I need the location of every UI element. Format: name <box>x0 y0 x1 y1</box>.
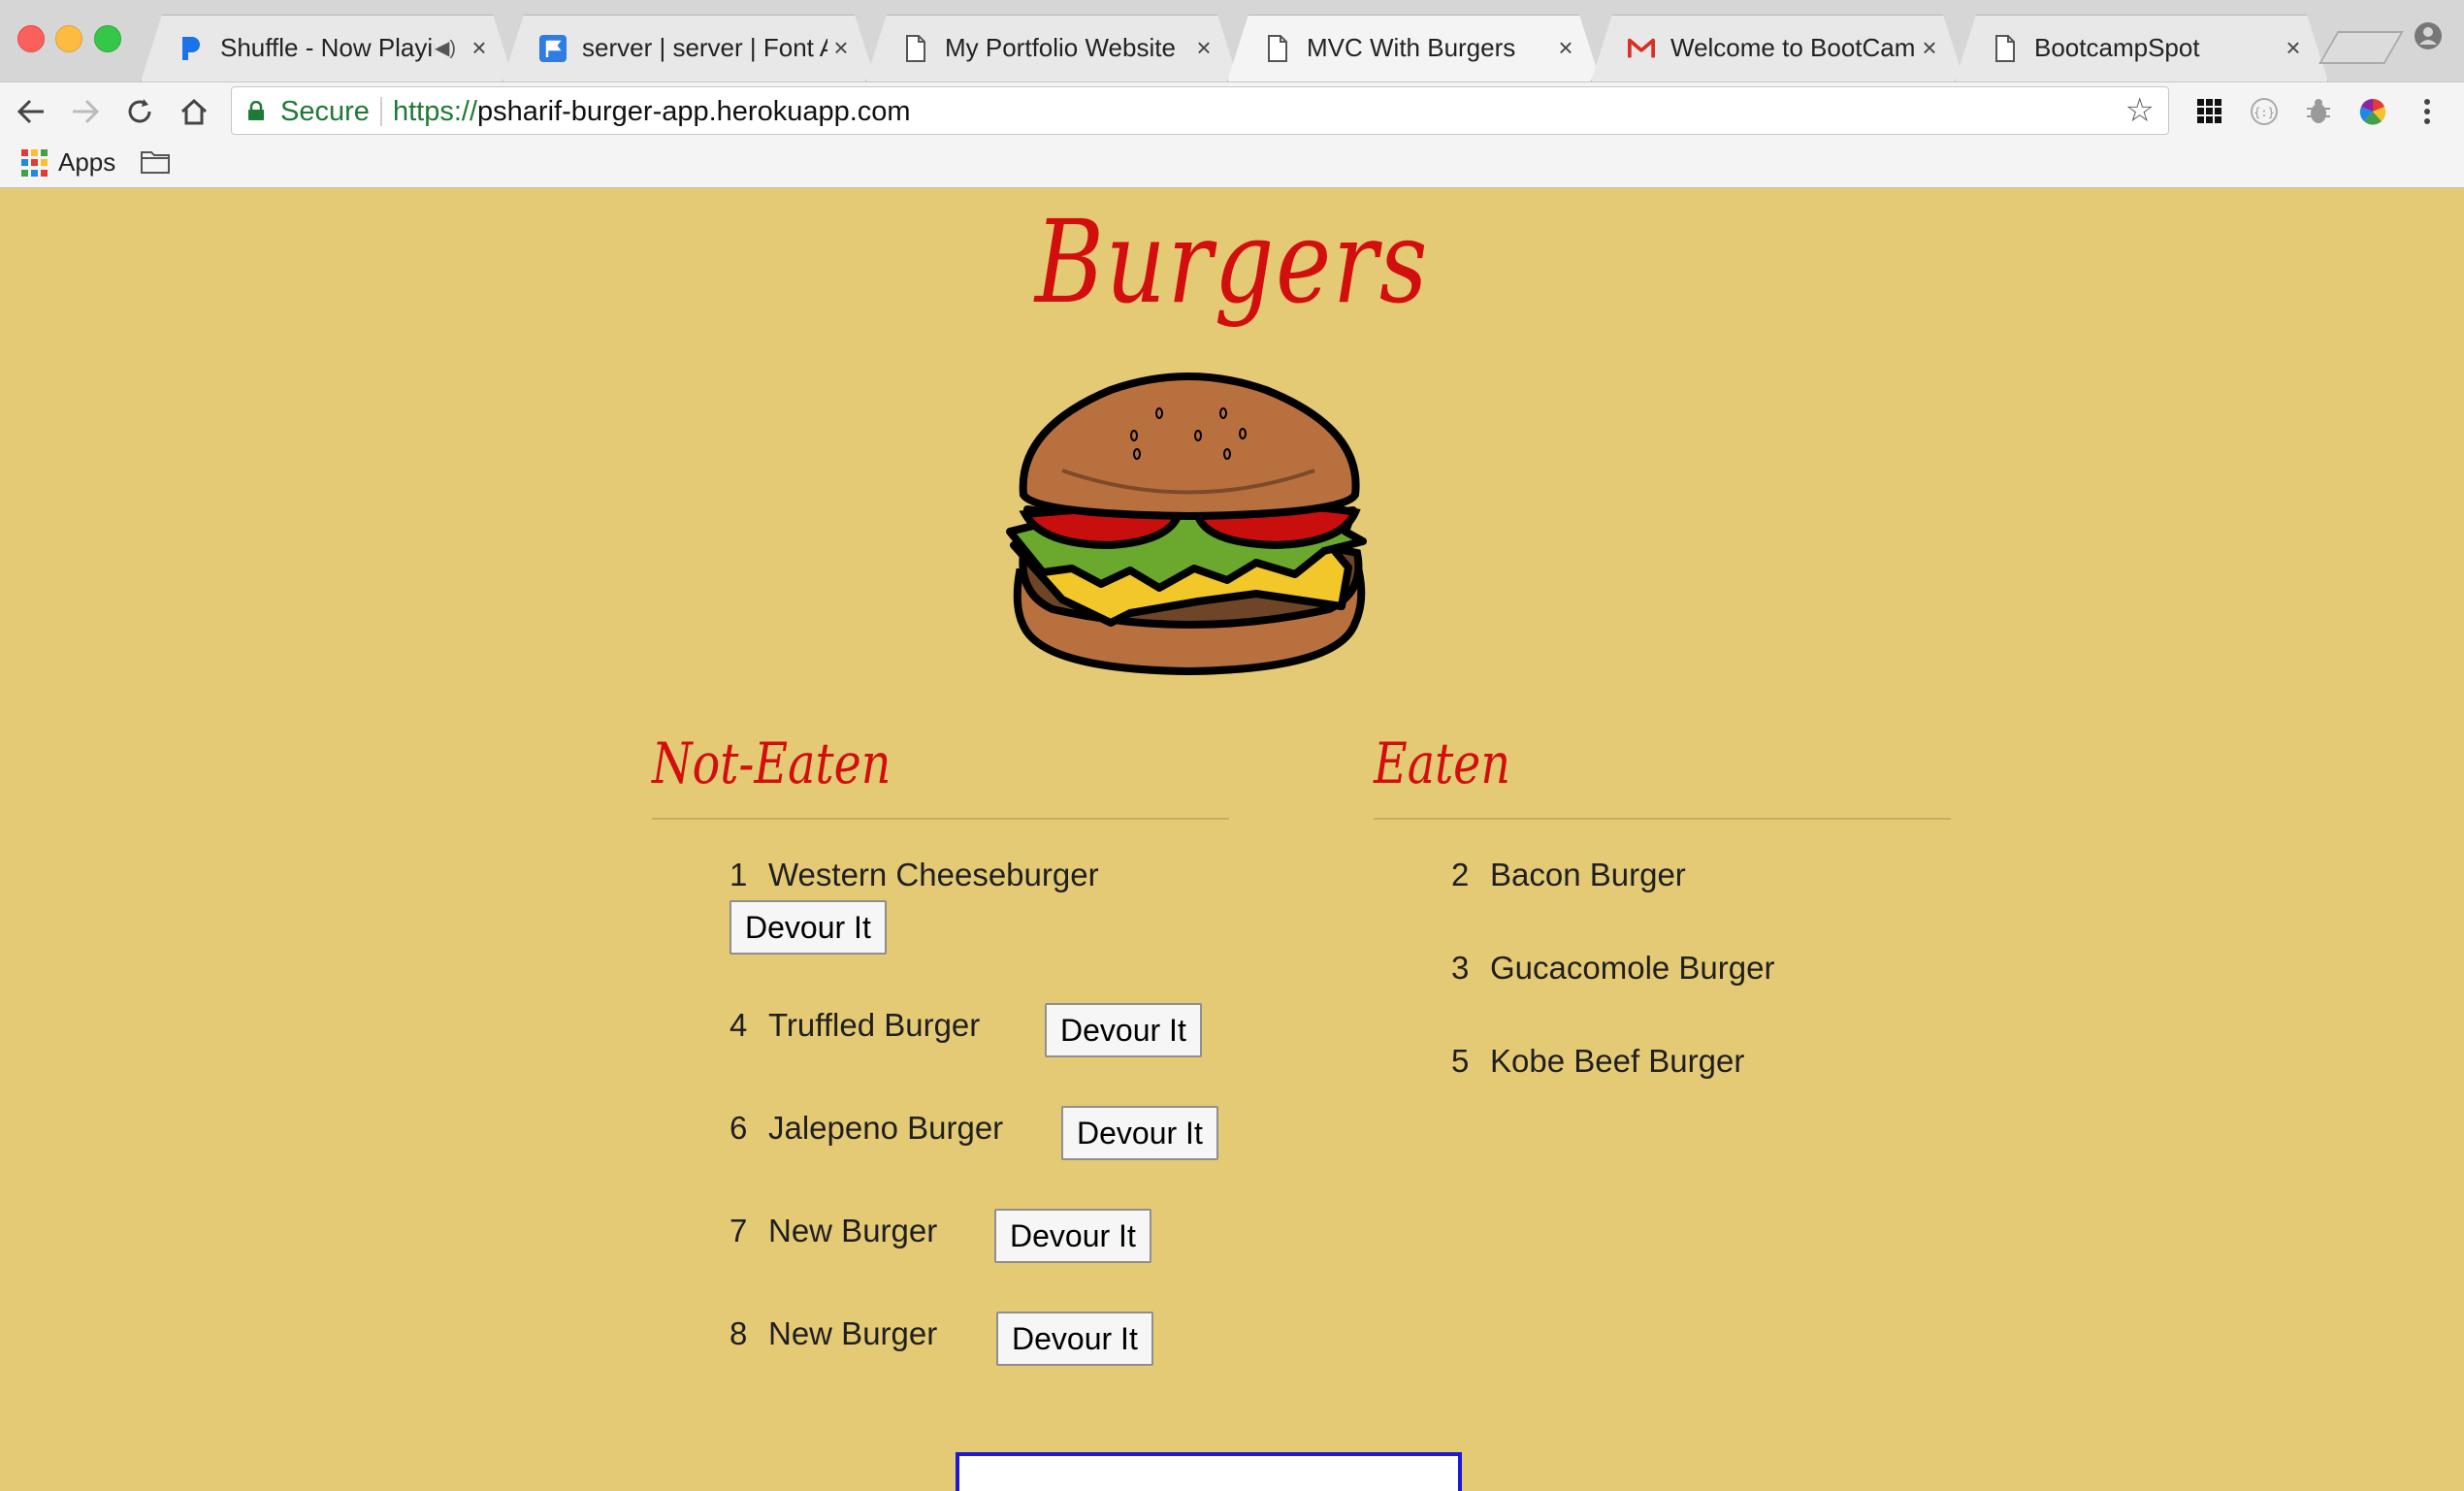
burger-id: 4 <box>729 1007 748 1043</box>
devour-button[interactable]: Devour It <box>996 1312 1153 1366</box>
tab-bootcampspot[interactable]: BootcampSpot × <box>1955 15 2328 81</box>
divider <box>1374 818 1951 820</box>
close-window-button[interactable] <box>17 25 45 52</box>
divider <box>380 97 382 126</box>
pandora-icon <box>178 34 205 63</box>
list-item: 5 Kobe Beef Burger <box>1451 1043 1744 1080</box>
burger-id: 8 <box>729 1315 748 1351</box>
burger-name: New Burger <box>768 1315 938 1351</box>
tab-close-icon[interactable]: × <box>1190 33 1217 63</box>
page-content: Burgers Not-Eaten 1 Western Cheeseburger <box>0 187 2464 1491</box>
maximize-window-button[interactable] <box>94 25 121 52</box>
tab-close-icon[interactable]: × <box>2280 33 2307 63</box>
devour-button[interactable]: Devour It <box>729 900 887 955</box>
new-tab-button[interactable] <box>2318 31 2404 64</box>
tab-title: BootcampSpot <box>2034 33 2200 62</box>
burger-name: New Burger <box>768 1213 938 1248</box>
burger-id: 1 <box>729 857 748 892</box>
list-item: 8 New Burger <box>729 1315 937 1352</box>
tab-title: Shuffle - Now Playin <box>220 33 435 62</box>
address-bar[interactable]: Secure https://psharif-burger-app.heroku… <box>231 86 2169 135</box>
tab-portfolio[interactable]: My Portfolio Website × <box>865 15 1239 81</box>
tab-strip: Shuffle - Now Playin ◀) × server | serve… <box>0 0 2464 81</box>
svg-text:{:}: {:} <box>2253 106 2275 119</box>
bug-extension-icon[interactable] <box>2299 92 2338 131</box>
eaten-column: Eaten 2 Bacon Burger 3 Gucacomole Burger 5… <box>1374 730 1951 1079</box>
lock-icon <box>247 100 265 120</box>
document-icon <box>1992 34 2019 63</box>
speaker-icon: ◀) <box>434 38 456 59</box>
burger-name: Western Cheeseburger <box>768 857 1099 892</box>
devour-button[interactable]: Devour It <box>1061 1106 1218 1160</box>
list-item: 2 Bacon Burger <box>1451 857 1686 893</box>
fontawesome-flag-icon <box>539 34 567 63</box>
document-icon <box>902 34 929 63</box>
burger-name: Bacon Burger <box>1490 857 1686 892</box>
back-arrow-icon[interactable] <box>12 92 50 131</box>
burger-illustration <box>1006 373 1367 676</box>
burger-id: 7 <box>729 1213 748 1248</box>
menu-kebab-icon[interactable] <box>2408 92 2447 131</box>
minimize-window-button[interactable] <box>55 25 82 52</box>
url-host: psharif-burger-app.herokuapp.com <box>477 96 911 127</box>
burger-name: Truffled Burger <box>768 1007 981 1043</box>
list-item: 7 New Burger <box>729 1213 937 1249</box>
not-eaten-heading: Not-Eaten <box>652 730 892 796</box>
burger-name: Gucacomole Burger <box>1490 950 1775 986</box>
profile-icon[interactable] <box>2414 21 2443 50</box>
burger-id: 6 <box>729 1110 748 1146</box>
bookmarks-bar: Apps <box>0 140 2464 188</box>
tab-shuffle[interactable]: Shuffle - Now Playin ◀) × <box>141 15 514 81</box>
folder-icon[interactable] <box>140 149 171 175</box>
url-scheme: https:// <box>393 96 478 127</box>
tab-mvc-burgers[interactable]: MVC With Burgers × <box>1227 15 1601 81</box>
tab-close-icon[interactable]: × <box>827 33 855 63</box>
page-title: Burgers <box>1034 195 1430 329</box>
bookmark-star-icon[interactable]: ☆ <box>2125 93 2155 128</box>
burger-id: 5 <box>1451 1043 1470 1079</box>
burger-id: 2 <box>1451 857 1470 892</box>
gmail-icon <box>1628 34 1655 63</box>
apps-grid-icon[interactable] <box>21 149 49 177</box>
add-burger-form[interactable] <box>956 1452 1462 1491</box>
url-text: https://psharif-burger-app.herokuapp.com <box>393 96 911 128</box>
tab-title: My Portfolio Website <box>945 33 1176 62</box>
eaten-heading: Eaten <box>1374 730 1510 796</box>
list-item: 6 Jalepeno Burger <box>729 1110 1003 1147</box>
not-eaten-column: Not-Eaten 1 Western Cheeseburger Devour I… <box>652 730 1229 1366</box>
burger-name: Jalepeno Burger <box>768 1110 1004 1146</box>
tab-close-icon[interactable]: × <box>1916 33 1943 63</box>
list-item: 4 Truffled Burger <box>729 1007 980 1044</box>
divider <box>652 818 1229 820</box>
browser-toolbar: Secure https://psharif-burger-app.heroku… <box>0 81 2464 141</box>
secure-label: Secure <box>280 96 370 127</box>
list-item: 3 Gucacomole Burger <box>1451 950 1774 987</box>
devour-button[interactable]: Devour It <box>994 1209 1151 1263</box>
reload-icon[interactable] <box>120 92 159 131</box>
tab-title: Welcome to BootCampS <box>1670 33 1916 62</box>
apps-bookmark[interactable]: Apps <box>58 147 115 178</box>
tab-title: server | server | Font Aw <box>582 33 827 62</box>
tab-server[interactable]: server | server | Font Aw × <box>503 15 876 81</box>
tab-title: MVC With Burgers <box>1307 33 1516 62</box>
browser-chrome: Shuffle - Now Playin ◀) × server | serve… <box>0 0 2464 188</box>
forward-arrow-icon[interactable] <box>66 92 105 131</box>
json-extension-icon[interactable]: {:} <box>2245 92 2284 131</box>
burger-name: Kobe Beef Burger <box>1490 1043 1745 1079</box>
color-picker-extension-icon[interactable] <box>2353 92 2392 131</box>
qr-code-extension-icon[interactable] <box>2190 92 2229 131</box>
tab-close-icon[interactable]: × <box>466 33 493 63</box>
burger-id: 3 <box>1451 950 1470 986</box>
devour-button[interactable]: Devour It <box>1045 1003 1202 1057</box>
tab-bootcamp-welcome[interactable]: Welcome to BootCampS × <box>1591 15 1964 81</box>
tab-close-icon[interactable]: × <box>1552 33 1579 63</box>
home-icon[interactable] <box>175 92 213 131</box>
document-icon <box>1264 34 1291 63</box>
list-item: 1 Western Cheeseburger <box>729 857 1099 893</box>
